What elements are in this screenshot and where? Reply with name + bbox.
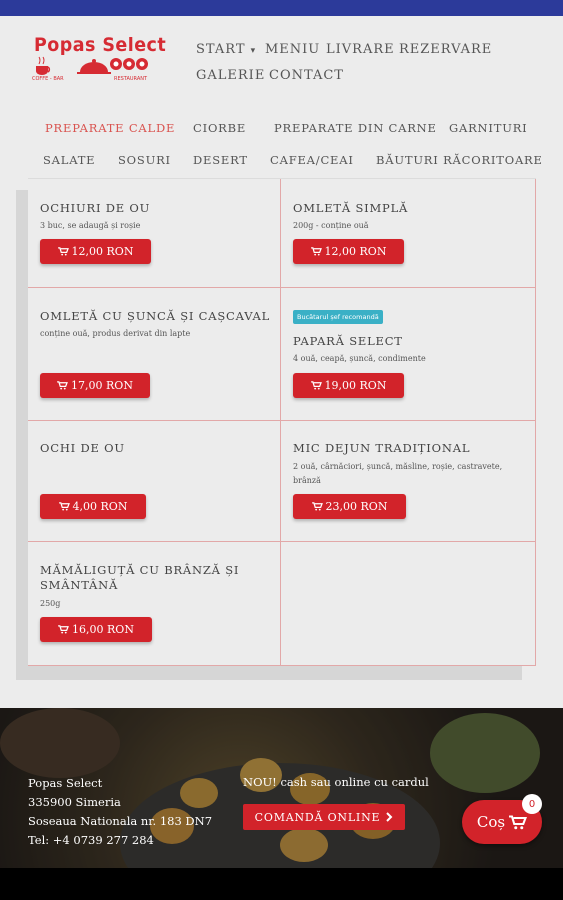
footer-phone[interactable]: Tel: +4 0739 277 284 [28, 831, 154, 850]
menu-item-desc: 2 ouă, cârnăciori, șuncă, măsline, roșie… [293, 462, 503, 471]
bottom-bar [0, 868, 563, 900]
menu-item-desc: 250g [40, 599, 61, 608]
add-to-cart-button[interactable]: 12,00 RON [293, 239, 404, 264]
price-label: 12,00 RON [71, 245, 134, 258]
menu-item: MIC DEJUN TRADIȚIONAL 2 ouă, cârnăciori,… [281, 421, 536, 542]
price-label: 16,00 RON [72, 623, 134, 636]
footer: Popas Select 335900 Simeria Soseaua Nati… [0, 708, 563, 868]
logo-graphics-icon [36, 56, 148, 75]
menu-item-title: SMÂNTÂNĂ [40, 578, 119, 592]
logo-subtitle-left: COFFE - BAR [32, 76, 64, 82]
add-to-cart-button[interactable]: 4,00 RON [40, 494, 146, 519]
order-online-label: COMANDĂ ONLINE [254, 810, 381, 824]
payment-promo: NOU! cash sau online cu cardul [243, 775, 429, 789]
menu-item-title: MIC DEJUN TRADIȚIONAL [293, 441, 471, 455]
price-label: 17,00 RON [71, 379, 133, 392]
tab-preparate-calde[interactable]: PREPARATE CALDE [45, 121, 175, 135]
menu-item-title: OMLETĂ SIMPLĂ [293, 201, 409, 215]
menu-item: MĂMĂLIGUȚĂ CU BRÂNZĂ ȘI SMÂNTÂNĂ 250g 16… [28, 542, 281, 666]
cart-icon [58, 502, 70, 511]
tab-preparate-din-carne[interactable]: PREPARATE DIN CARNE [274, 121, 437, 135]
nav-contact[interactable]: CONTACT [269, 68, 344, 83]
menu-item-title: PAPARĂ SELECT [293, 334, 403, 348]
menu-grid: OCHIURI DE OU 3 buc, se adaugă și roșie … [28, 178, 536, 666]
price-label: 23,00 RON [325, 500, 388, 513]
menu-item-title: OMLETĂ CU ȘUNCĂ ȘI CAȘCAVAL [40, 309, 271, 323]
footer-city: 335900 Simeria [28, 795, 121, 809]
menu-item-title: MĂMĂLIGUȚĂ CU BRÂNZĂ ȘI [40, 563, 240, 577]
cart-icon [310, 247, 322, 256]
chevron-down-icon: ▾ [250, 46, 257, 56]
add-to-cart-button[interactable]: 19,00 RON [293, 373, 404, 398]
price-label: 19,00 RON [324, 379, 387, 392]
tab-salate[interactable]: SALATE [43, 153, 95, 167]
tab-garnituri[interactable]: GARNITURI [449, 121, 528, 135]
menu-item: OCHIURI DE OU 3 buc, se adaugă și roșie … [28, 179, 281, 288]
cart-icon [57, 381, 68, 390]
menu-item: Bucătarul șef recomandă PAPARĂ SELECT 4 … [281, 288, 536, 421]
cart-icon [57, 247, 69, 256]
add-to-cart-button[interactable]: 12,00 RON [40, 239, 151, 264]
price-label: 12,00 RON [324, 245, 387, 258]
nav-start[interactable]: START ▾ [196, 42, 256, 57]
order-online-button[interactable]: COMANDĂ ONLINE [243, 804, 405, 830]
chef-recommends-badge: Bucătarul șef recomandă [293, 310, 383, 324]
menu-item-desc: brânză [293, 476, 321, 485]
nav-livrare[interactable]: LIVRARE [326, 42, 395, 57]
menu-item-desc: conține ouă, produs derivat din lapte [40, 329, 191, 338]
logo-text: Popas Select [34, 34, 167, 56]
nav-rezervare[interactable]: REZERVARE [399, 42, 492, 57]
footer-address: Soseaua Nationala nr. 183 DN7 [28, 814, 213, 828]
cart-button[interactable]: Coș 0 [462, 794, 542, 844]
cart-icon [311, 502, 323, 511]
menu-item-title: OCHIURI DE OU [40, 201, 151, 215]
add-to-cart-button[interactable]: 16,00 RON [40, 617, 152, 642]
cart-count-badge: 0 [522, 794, 542, 814]
cart-label: Coș [476, 813, 506, 831]
tab-cafea-ceai[interactable]: CAFEA/CEAI [270, 153, 354, 167]
cart-icon [58, 625, 69, 634]
cart-icon [509, 814, 528, 829]
nav-galerie[interactable]: GALERIE [196, 68, 265, 83]
tab-desert[interactable]: DESERT [193, 153, 248, 167]
menu-item: OMLETĂ CU ȘUNCĂ ȘI CAȘCAVAL conține ouă,… [28, 288, 281, 421]
logo-subtitle-right: RESTAURANT [114, 76, 148, 82]
tab-bauturi-racoritoare[interactable]: BĂUTURI RĂCORITOARE [376, 153, 543, 167]
add-to-cart-button[interactable]: 23,00 RON [293, 494, 406, 519]
menu-item-desc: 4 ouă, ceapă, șuncă, condimente [293, 354, 426, 363]
tab-sosuri[interactable]: SOSURI [118, 153, 171, 167]
nav-start-label: START [196, 42, 246, 57]
menu-item-title: OCHI DE OU [40, 441, 125, 455]
logo[interactable]: Popas Select COFFE - BAR RESTAURANT [30, 34, 170, 88]
cart-icon [310, 381, 322, 390]
category-tabs: PREPARATE CALDE CIORBE PREPARATE DIN CAR… [0, 118, 563, 178]
price-label: 4,00 RON [72, 500, 128, 513]
menu-item: OMLETĂ SIMPLĂ 200g - conține ouă 12,00 R… [281, 179, 536, 288]
add-to-cart-button[interactable]: 17,00 RON [40, 373, 150, 398]
chevron-right-icon [386, 812, 393, 822]
menu-item-desc: 3 buc, se adaugă și roșie [40, 221, 141, 230]
footer-company: Popas Select [28, 776, 103, 790]
tab-ciorbe[interactable]: CIORBE [193, 121, 246, 135]
empty-cell [281, 542, 536, 666]
top-bar [0, 0, 563, 16]
menu-item: OCHI DE OU 4,00 RON [28, 421, 281, 542]
menu-item-desc: 200g - conține ouă [293, 221, 369, 230]
nav-meniu[interactable]: MENIU [265, 42, 320, 57]
